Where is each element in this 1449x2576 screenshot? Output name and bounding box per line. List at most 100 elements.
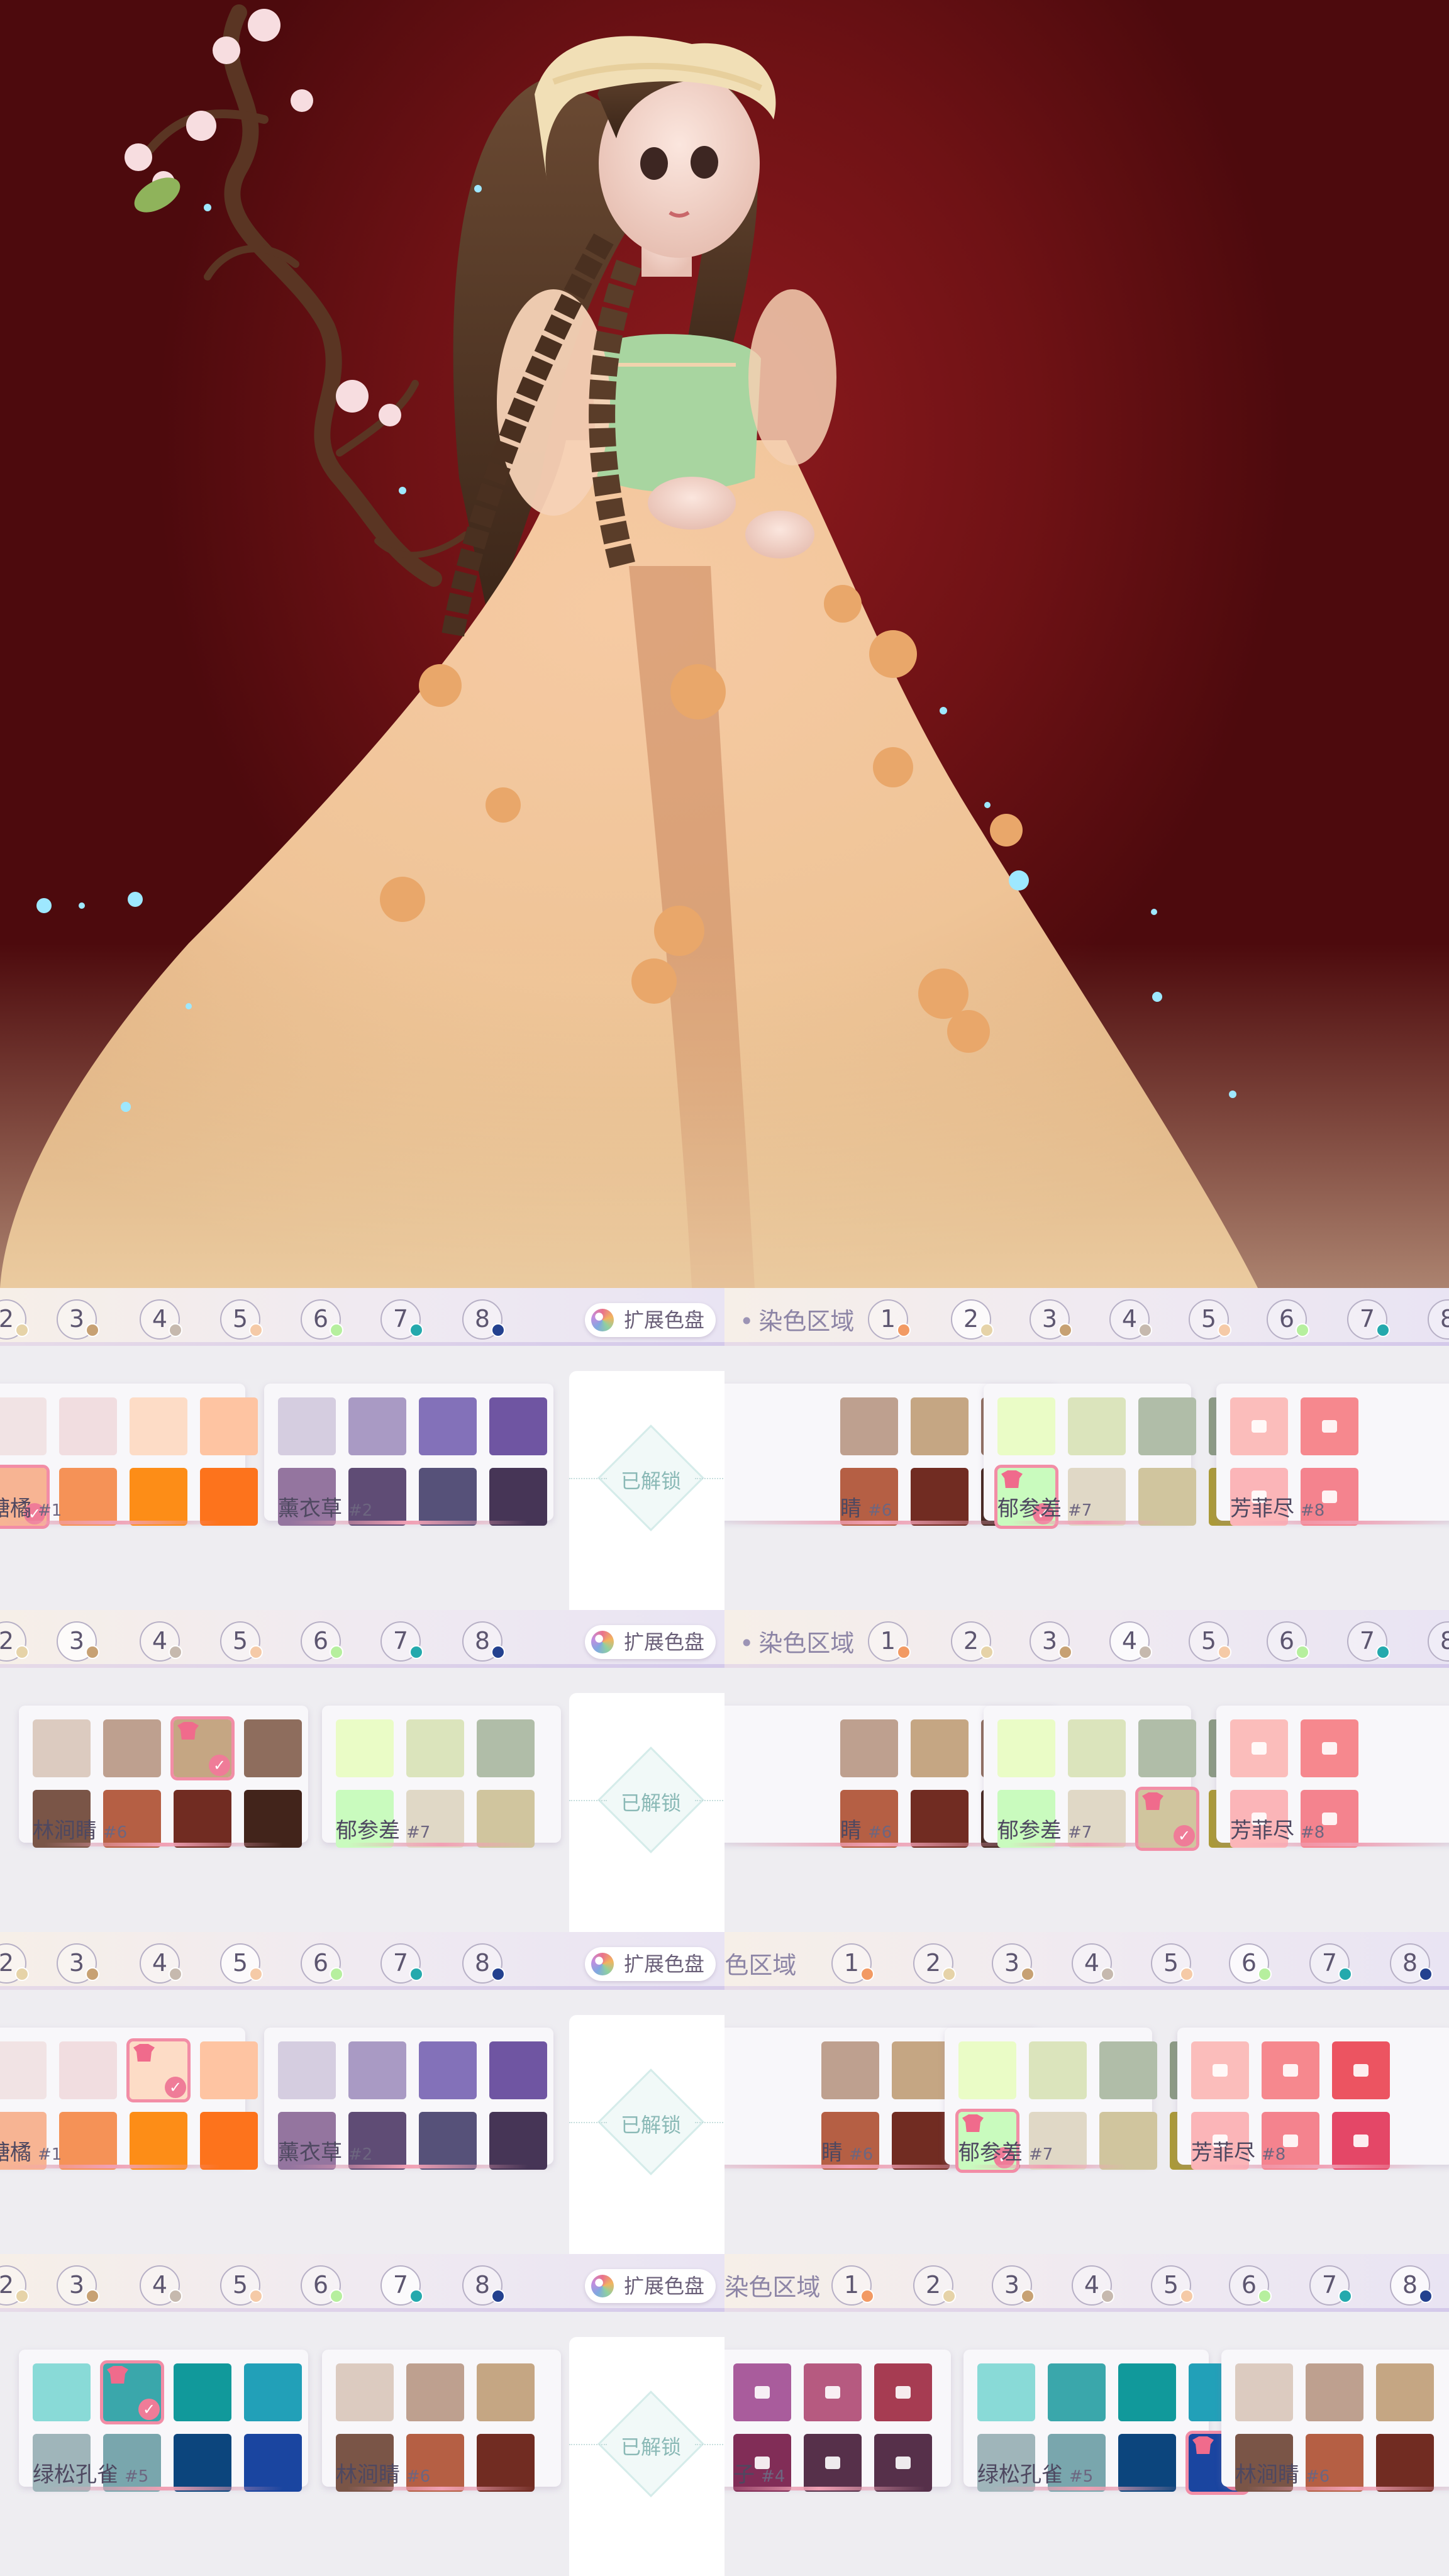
color-swatch[interactable] xyxy=(840,1397,898,1455)
palette-card-p4[interactable]: 子 #4 xyxy=(724,2350,951,2492)
color-swatch[interactable] xyxy=(0,2041,47,2099)
color-swatch[interactable] xyxy=(997,1719,1055,1777)
palette-card-lvsong[interactable]: ✓ 绿松孔雀 #5 xyxy=(19,2350,308,2492)
color-swatch[interactable] xyxy=(419,1468,477,1526)
dye-region-tab-4[interactable]: 4 xyxy=(1109,1621,1152,1662)
color-swatch[interactable] xyxy=(911,1468,969,1526)
color-swatch[interactable] xyxy=(1099,2112,1157,2170)
color-swatch[interactable] xyxy=(1230,1397,1288,1455)
color-swatch[interactable] xyxy=(244,2363,302,2421)
color-swatch[interactable] xyxy=(200,2041,258,2099)
dye-region-tab-7[interactable]: 7 xyxy=(380,1621,423,1662)
palette-card-yushen[interactable]: ✓ 郁参差 #7 xyxy=(984,1384,1267,1529)
palette-card-yushen[interactable]: 郁参差 #7 xyxy=(322,1706,561,1848)
color-swatch[interactable] xyxy=(840,1719,898,1777)
dye-region-tab-5[interactable]: 5 xyxy=(1189,1299,1231,1340)
color-swatch[interactable] xyxy=(958,2041,1016,2099)
dye-region-tab-3[interactable]: 3 xyxy=(57,1299,99,1340)
color-swatch[interactable] xyxy=(419,1397,477,1455)
color-swatch[interactable] xyxy=(174,2363,231,2421)
dye-region-tab-8[interactable]: 8 xyxy=(1390,2265,1433,2306)
color-swatch[interactable] xyxy=(0,1397,47,1455)
color-swatch[interactable]: ✓ xyxy=(100,2360,164,2424)
color-swatch[interactable] xyxy=(1301,1719,1358,1777)
palette-card-tangju[interactable]: ✓糖橘#1 xyxy=(0,1384,258,1529)
color-swatch[interactable] xyxy=(130,1397,187,1455)
expand-palette-button[interactable]: 扩展色盘 xyxy=(585,2269,716,2303)
color-swatch[interactable] xyxy=(174,2434,231,2492)
color-swatch[interactable] xyxy=(348,2041,406,2099)
dye-region-tab-4[interactable]: 4 xyxy=(1109,1299,1152,1340)
palette-card-linjianjing[interactable]: 林涧睛 #6 xyxy=(322,2350,561,2492)
dye-region-tab-2[interactable]: 2 xyxy=(951,1299,994,1340)
color-swatch[interactable] xyxy=(348,1397,406,1455)
dye-region-tab-3[interactable]: 3 xyxy=(57,1943,99,1984)
color-swatch[interactable] xyxy=(892,2041,950,2099)
color-swatch[interactable] xyxy=(1306,2363,1363,2421)
color-swatch[interactable] xyxy=(244,2434,302,2492)
color-swatch[interactable] xyxy=(821,2041,879,2099)
dye-region-tab-3[interactable]: 3 xyxy=(992,2265,1035,2306)
expand-palette-button[interactable]: 扩展色盘 xyxy=(585,1625,716,1659)
color-swatch[interactable] xyxy=(874,2434,932,2492)
dye-region-tab-3[interactable]: 3 xyxy=(1030,1299,1072,1340)
color-swatch[interactable] xyxy=(59,2041,117,2099)
dye-region-tab-2[interactable]: 2 xyxy=(0,2265,29,2306)
color-swatch[interactable] xyxy=(1099,2041,1157,2099)
color-swatch[interactable]: ✓ xyxy=(126,2038,191,2102)
color-swatch[interactable] xyxy=(804,2434,862,2492)
expand-palette-button[interactable]: 扩展色盘 xyxy=(585,1947,716,1981)
dye-region-tab-1[interactable]: 1 xyxy=(831,2265,874,2306)
color-swatch[interactable] xyxy=(489,2112,547,2170)
dye-region-tab-3[interactable]: 3 xyxy=(57,2265,99,2306)
color-swatch[interactable] xyxy=(419,2112,477,2170)
dye-region-tab-4[interactable]: 4 xyxy=(140,1943,182,1984)
dye-region-tab-8[interactable]: 8 xyxy=(462,1299,505,1340)
color-swatch[interactable]: ✓ xyxy=(170,1716,235,1780)
dye-region-tab-5[interactable]: 5 xyxy=(1151,2265,1194,2306)
dye-region-tab-6[interactable]: 6 xyxy=(301,1299,343,1340)
color-swatch[interactable] xyxy=(1332,2041,1390,2099)
color-swatch[interactable] xyxy=(1068,1397,1126,1455)
color-swatch[interactable] xyxy=(1118,2363,1176,2421)
dye-region-tab-4[interactable]: 4 xyxy=(140,1621,182,1662)
color-swatch[interactable] xyxy=(336,1719,394,1777)
dye-region-tab-3[interactable]: 3 xyxy=(992,1943,1035,1984)
dye-region-tab-4[interactable]: 4 xyxy=(140,1299,182,1340)
color-swatch[interactable] xyxy=(1332,2112,1390,2170)
dye-region-tab-3[interactable]: 3 xyxy=(57,1621,99,1662)
color-swatch[interactable] xyxy=(477,1719,535,1777)
color-swatch[interactable] xyxy=(1138,1468,1196,1526)
color-swatch[interactable] xyxy=(278,1397,336,1455)
color-swatch[interactable] xyxy=(1191,2041,1249,2099)
palette-card-xunyi[interactable]: 薰衣草 #2 xyxy=(264,2028,553,2170)
color-swatch[interactable] xyxy=(174,1790,231,1848)
dye-region-tab-7[interactable]: 7 xyxy=(380,1943,423,1984)
dye-region-tab-5[interactable]: 5 xyxy=(220,1299,263,1340)
color-swatch[interactable] xyxy=(477,2434,535,2492)
color-swatch[interactable] xyxy=(244,1790,302,1848)
dye-region-tab-2[interactable]: 2 xyxy=(951,1621,994,1662)
dye-region-tab-5[interactable]: 5 xyxy=(220,2265,263,2306)
palette-card-fangfei[interactable]: 芳菲尽 #8 xyxy=(1216,1384,1449,1526)
color-swatch[interactable] xyxy=(489,1468,547,1526)
dye-region-tab-1[interactable]: 1 xyxy=(868,1621,911,1662)
color-swatch[interactable] xyxy=(1376,2434,1434,2492)
palette-card-fangfei[interactable]: 芳菲尽 #8 xyxy=(1216,1706,1449,1848)
color-swatch[interactable] xyxy=(59,1468,117,1526)
color-swatch[interactable] xyxy=(1118,2434,1176,2492)
color-swatch[interactable] xyxy=(997,1397,1055,1455)
dye-region-tab-5[interactable]: 5 xyxy=(220,1621,263,1662)
color-swatch[interactable] xyxy=(1230,1719,1288,1777)
color-swatch[interactable] xyxy=(1138,1719,1196,1777)
dye-region-tab-4[interactable]: 4 xyxy=(1072,2265,1114,2306)
color-swatch[interactable] xyxy=(59,1397,117,1455)
color-swatch[interactable] xyxy=(419,2041,477,2099)
color-swatch[interactable] xyxy=(477,1790,535,1848)
color-swatch[interactable] xyxy=(200,1468,258,1526)
color-swatch[interactable] xyxy=(911,1719,969,1777)
palette-card-fangfei[interactable]: 芳菲尽 #8 xyxy=(1177,2028,1449,2170)
color-swatch[interactable] xyxy=(489,2041,547,2099)
dye-region-tab-7[interactable]: 7 xyxy=(1309,2265,1352,2306)
palette-card-yushen[interactable]: ✓ 郁参差 #7 xyxy=(984,1706,1267,1851)
